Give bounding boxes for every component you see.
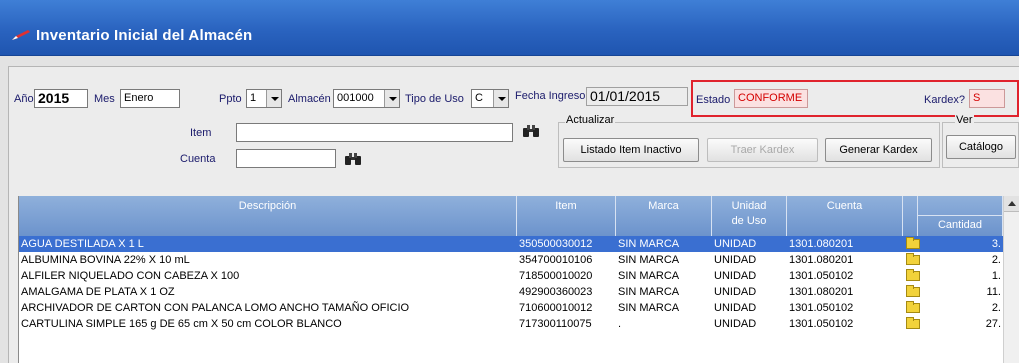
cell-item: 354700010106	[519, 254, 593, 266]
table-row[interactable]: ALBUMINA BOVINA 22% X 10 mL 354700010106 S…	[19, 252, 1019, 268]
mes-field[interactable]: Enero	[120, 89, 180, 108]
cell-cantidad: 11.	[986, 286, 1001, 298]
almacen-select-value: 001000	[337, 92, 374, 104]
cell-descripcion: ALBUMINA BOVINA 22% X 10 mL	[21, 254, 190, 266]
cell-unidad: UNIDAD	[714, 286, 757, 298]
folder-icon[interactable]	[906, 269, 920, 281]
cell-cantidad: 2.	[991, 254, 1001, 266]
cell-descripcion: AGUA DESTILADA X 1 L	[21, 238, 144, 250]
actualizar-group-label: Actualizar	[565, 114, 616, 126]
cell-cuenta: 1301.050102	[789, 270, 854, 282]
cell-descripcion: ALFILER NIQUELADO CON CABEZA X 100	[21, 270, 240, 282]
ppto-label: Ppto	[219, 93, 242, 105]
cell-item: 350500030012	[519, 238, 593, 250]
folder-icon[interactable]	[906, 253, 920, 265]
mes-label: Mes	[94, 93, 115, 105]
cell-marca: SIN MARCA	[618, 302, 680, 314]
column-header-folder	[903, 196, 918, 236]
generar-kardex-button[interactable]: Generar Kardex	[825, 138, 932, 162]
cuenta-search-input[interactable]	[236, 149, 336, 168]
cell-unidad: UNIDAD	[714, 302, 757, 314]
column-header-unidad[interactable]: Unidad de Uso	[712, 196, 787, 236]
anio-field[interactable]: 2015	[34, 89, 88, 108]
catalogo-button[interactable]: Catálogo	[946, 135, 1016, 159]
cell-marca: SIN MARCA	[618, 286, 680, 298]
cell-unidad: UNIDAD	[714, 254, 757, 266]
almacen-label: Almacén	[288, 93, 331, 105]
folder-icon[interactable]	[906, 285, 920, 297]
chevron-down-icon[interactable]	[384, 90, 399, 107]
anio-label: Año	[14, 93, 34, 105]
ver-group-label: Ver	[955, 114, 974, 126]
cell-unidad: UNIDAD	[714, 238, 757, 250]
cell-item: 710600010012	[519, 302, 593, 314]
fecha-ingreso-field: 01/01/2015	[586, 87, 688, 106]
cell-item: 718500010020	[519, 270, 593, 282]
cell-marca: SIN MARCA	[618, 254, 680, 266]
folder-icon[interactable]	[906, 317, 920, 329]
cell-descripcion: ARCHIVADOR DE CARTON CON PALANCA LOMO AN…	[21, 302, 410, 314]
window-title: Inventario Inicial del Almacén	[36, 27, 253, 44]
ppto-select[interactable]: 1	[246, 89, 282, 108]
scroll-up-icon[interactable]	[1004, 196, 1019, 212]
column-header-item[interactable]: Item	[517, 196, 616, 236]
tipo-uso-select[interactable]: C	[471, 89, 509, 108]
cell-unidad: UNIDAD	[714, 318, 757, 330]
column-header-cantidad[interactable]: Cantidad	[917, 196, 1003, 236]
cell-cantidad: 2.	[991, 302, 1001, 314]
cell-descripcion: CARTULINA SIMPLE 165 g DE 65 cm X 50 cm …	[21, 318, 342, 330]
cell-cuenta: 1301.050102	[789, 302, 854, 314]
window-title-bar: Inventario Inicial del Almacén	[0, 0, 1019, 56]
cell-descripcion: AMALGAMA DE PLATA X 1 OZ	[21, 286, 175, 298]
kardex-label: Kardex?	[924, 94, 965, 106]
app-pen-icon	[12, 30, 30, 40]
ppto-select-value: 1	[250, 92, 257, 104]
cell-cuenta: 1301.050102	[789, 318, 854, 330]
chevron-down-icon[interactable]	[266, 90, 281, 107]
tipo-uso-label: Tipo de Uso	[405, 93, 464, 105]
cell-cantidad: 1.	[991, 270, 1001, 282]
fecha-ingreso-label: Fecha Ingreso	[515, 90, 586, 102]
traer-kardex-button[interactable]: Traer Kardex	[707, 138, 818, 162]
cell-marca: SIN MARCA	[618, 238, 680, 250]
table-row[interactable]: ARCHIVADOR DE CARTON CON PALANCA LOMO AN…	[19, 300, 1019, 316]
column-header-cuenta[interactable]: Cuenta	[787, 196, 903, 236]
binoculars-icon[interactable]	[522, 124, 540, 138]
cell-cantidad: 27.	[985, 318, 1001, 330]
cell-item: 717300110075	[519, 318, 592, 330]
cuenta-label: Cuenta	[180, 153, 216, 165]
column-header-marca[interactable]: Marca	[616, 196, 712, 236]
almacen-select[interactable]: 001000	[333, 89, 400, 108]
tipo-uso-select-value: C	[475, 92, 483, 104]
cell-unidad: UNIDAD	[714, 270, 757, 282]
item-label: Item	[190, 127, 212, 139]
estado-field: CONFORME	[734, 89, 808, 108]
cell-cantidad: 3.	[991, 238, 1001, 250]
cell-marca: SIN MARCA	[618, 270, 680, 282]
listado-item-inactivo-button[interactable]: Listado Item Inactivo	[563, 138, 699, 162]
table-row[interactable]: AGUA DESTILADA X 1 L 350500030012 SIN MARC…	[19, 236, 1019, 252]
table-row[interactable]: ALFILER NIQUELADO CON CABEZA X 100 718500…	[19, 268, 1019, 284]
chevron-down-icon[interactable]	[493, 90, 508, 107]
item-search-input[interactable]	[236, 123, 513, 142]
table-row[interactable]: AMALGAMA DE PLATA X 1 OZ 492900360023 SIN …	[19, 284, 1019, 300]
cell-cuenta: 1301.080201	[789, 254, 854, 266]
cell-marca: .	[618, 318, 622, 330]
cell-cuenta: 1301.080201	[789, 286, 854, 298]
column-header-descripcion[interactable]: Descripción	[19, 196, 517, 236]
folder-icon[interactable]	[906, 237, 920, 249]
cell-cuenta: 1301.080201	[789, 238, 854, 250]
binoculars-icon[interactable]	[344, 152, 362, 166]
table-row[interactable]: CARTULINA SIMPLE 165 g DE 65 cm X 50 cm …	[19, 316, 1019, 332]
cell-item: 492900360023	[519, 286, 593, 298]
kardex-field: S	[969, 89, 1005, 108]
grid-scrollbar[interactable]	[1003, 196, 1019, 363]
estado-label: Estado	[696, 94, 731, 106]
folder-icon[interactable]	[906, 301, 920, 313]
inventory-grid: Descripción Item Marca Unidad de Uso Cue…	[18, 196, 1019, 363]
